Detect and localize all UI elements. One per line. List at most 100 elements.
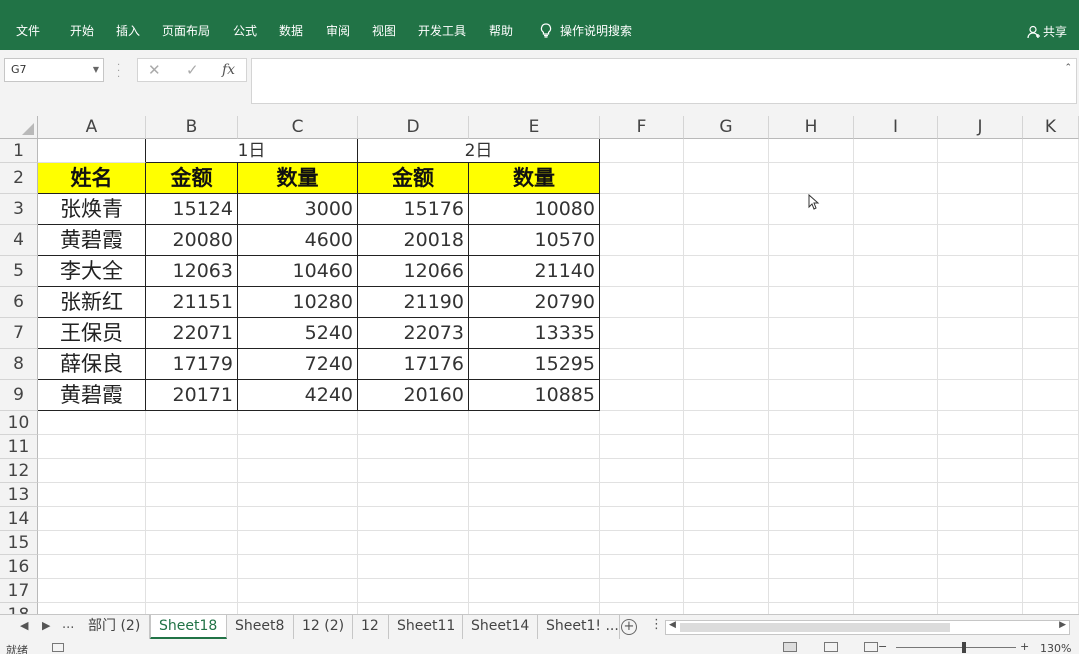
cell[interactable] <box>684 287 769 318</box>
cell[interactable] <box>38 459 146 483</box>
cancel-icon[interactable]: ✕ <box>148 61 161 79</box>
tab-view[interactable]: 视图 <box>372 22 396 39</box>
tab-page-layout[interactable]: 页面布局 <box>162 22 210 39</box>
value-cell[interactable]: 20171 <box>146 380 238 411</box>
enter-icon[interactable]: ✓ <box>186 61 199 79</box>
cell[interactable] <box>469 555 600 579</box>
name-cell[interactable]: 张新红 <box>38 287 146 318</box>
cell[interactable] <box>684 579 769 603</box>
tab-split-handle-icon[interactable]: ⋮ <box>650 617 663 632</box>
column-header-k[interactable]: K <box>1023 116 1079 139</box>
cell[interactable] <box>1023 531 1079 555</box>
row-header-13[interactable]: 13 <box>0 483 38 507</box>
column-header-a[interactable]: A <box>38 116 146 139</box>
cell[interactable] <box>769 411 854 435</box>
row-header-7[interactable]: 7 <box>0 318 38 349</box>
tab-formulas[interactable]: 公式 <box>233 22 257 39</box>
value-cell[interactable]: 15295 <box>469 349 600 380</box>
cell[interactable] <box>600 531 684 555</box>
cell[interactable] <box>854 555 938 579</box>
cell[interactable] <box>146 435 238 459</box>
row-header-12[interactable]: 12 <box>0 459 38 483</box>
cell[interactable] <box>469 603 600 614</box>
name-cell[interactable]: 薛保良 <box>38 349 146 380</box>
share-button[interactable]: 共享 <box>1027 23 1067 40</box>
sheet-tab[interactable]: Sheet8 <box>227 615 294 639</box>
cell[interactable] <box>854 507 938 531</box>
cell[interactable] <box>769 163 854 194</box>
row-header-3[interactable]: 3 <box>0 194 38 225</box>
cell[interactable] <box>469 411 600 435</box>
cell[interactable] <box>1023 483 1079 507</box>
scroll-right-icon[interactable]: ▶ <box>1059 620 1066 630</box>
cell[interactable] <box>358 507 469 531</box>
name-cell[interactable]: 黄碧霞 <box>38 225 146 256</box>
cell[interactable] <box>600 318 684 349</box>
cell[interactable] <box>358 555 469 579</box>
cell[interactable] <box>1023 459 1079 483</box>
cell[interactable] <box>600 507 684 531</box>
row-header-14[interactable]: 14 <box>0 507 38 531</box>
column-title-name[interactable]: 姓名 <box>38 163 146 194</box>
row-header-17[interactable]: 17 <box>0 579 38 603</box>
cell[interactable] <box>1023 579 1079 603</box>
tab-file[interactable]: 文件 <box>16 22 40 39</box>
more-tabs-left[interactable]: ... <box>62 617 74 632</box>
cell[interactable] <box>238 435 358 459</box>
cell[interactable] <box>1023 603 1079 614</box>
cell[interactable] <box>684 318 769 349</box>
cell[interactable] <box>684 483 769 507</box>
cell[interactable] <box>146 483 238 507</box>
zoom-slider[interactable] <box>896 647 1016 648</box>
cell[interactable] <box>469 435 600 459</box>
row-header-4[interactable]: 4 <box>0 225 38 256</box>
cell[interactable] <box>358 459 469 483</box>
cell[interactable] <box>358 579 469 603</box>
cell[interactable] <box>938 318 1023 349</box>
cell[interactable] <box>358 435 469 459</box>
row-header-6[interactable]: 6 <box>0 287 38 318</box>
cell[interactable] <box>769 349 854 380</box>
sheet-tab[interactable]: 12 (2) <box>294 615 353 639</box>
cell[interactable] <box>238 483 358 507</box>
column-header-e[interactable]: E <box>469 116 600 139</box>
cell[interactable] <box>854 139 938 163</box>
cell[interactable] <box>854 225 938 256</box>
horizontal-scrollbar[interactable]: ◀ ▶ <box>665 620 1070 635</box>
tab-review[interactable]: 审阅 <box>326 22 350 39</box>
cell[interactable] <box>600 256 684 287</box>
zoom-in-icon[interactable]: + <box>1020 640 1029 653</box>
value-cell[interactable]: 15176 <box>358 194 469 225</box>
value-cell[interactable]: 20160 <box>358 380 469 411</box>
cell[interactable] <box>1023 435 1079 459</box>
column-title-quantity[interactable]: 数量 <box>238 163 358 194</box>
cell[interactable] <box>146 579 238 603</box>
cell[interactable] <box>769 287 854 318</box>
cell[interactable] <box>938 349 1023 380</box>
sheet-tab[interactable]: Sheet1! ... <box>538 615 620 639</box>
cell[interactable] <box>469 483 600 507</box>
column-header-d[interactable]: D <box>358 116 469 139</box>
cell[interactable] <box>769 603 854 614</box>
value-cell[interactable]: 17176 <box>358 349 469 380</box>
cell[interactable] <box>938 380 1023 411</box>
cell[interactable] <box>238 603 358 614</box>
cell[interactable] <box>684 555 769 579</box>
cell[interactable] <box>238 411 358 435</box>
tell-me-search[interactable]: 操作说明搜索 <box>540 22 632 39</box>
cell[interactable] <box>769 459 854 483</box>
cell[interactable] <box>600 555 684 579</box>
zoom-level[interactable]: 130% <box>1040 642 1071 654</box>
cell[interactable] <box>38 531 146 555</box>
value-cell[interactable]: 21151 <box>146 287 238 318</box>
cell[interactable] <box>854 483 938 507</box>
value-cell[interactable]: 7240 <box>238 349 358 380</box>
scroll-tabs-left-icon[interactable]: ◀ <box>20 619 28 632</box>
cell[interactable] <box>684 411 769 435</box>
cell[interactable] <box>938 435 1023 459</box>
cell[interactable] <box>146 411 238 435</box>
cell[interactable] <box>854 256 938 287</box>
insert-function-icon[interactable]: fx <box>222 62 235 78</box>
collapse-formula-bar-icon[interactable]: ⌃ <box>1064 63 1072 73</box>
cell[interactable] <box>600 225 684 256</box>
